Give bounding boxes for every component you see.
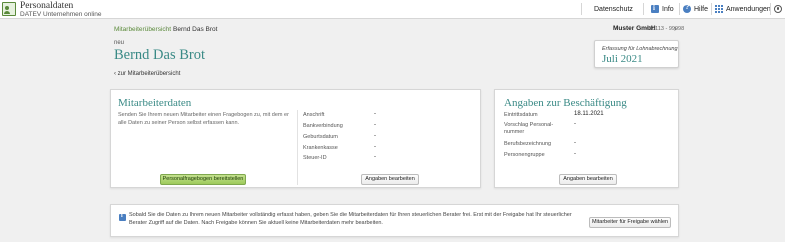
field-label-krankenkasse: Krankenkasse (303, 145, 338, 151)
user-account-icon[interactable] (774, 5, 782, 13)
app-title: Personaldaten (20, 1, 74, 11)
datenschutz-link[interactable]: Datenschutz (594, 6, 633, 13)
info-icon[interactable] (651, 4, 659, 13)
mitarbeiterdaten-edit-button[interactable]: Angaben bearbeiten (361, 174, 419, 185)
back-to-overview-link[interactable]: ‹ zur Mitarbeiterübersicht (114, 71, 180, 77)
payroll-period-label: Erfassung für Lohnabrechnung (602, 46, 678, 52)
breadcrumb-chevron-icon: › (165, 25, 168, 32)
info-link[interactable]: Info (662, 6, 674, 13)
chevron-right-icon[interactable]: › (674, 24, 677, 33)
field-label-bankverbindung: Bankverbindung (303, 123, 343, 129)
field-label-berufsbezeichnung: Berufsbezeichnung (504, 141, 552, 147)
field-value-steuer-id: - (374, 154, 376, 160)
apps-grid-icon[interactable] (715, 5, 723, 13)
nav-divider (711, 3, 712, 15)
nav-divider (643, 3, 644, 15)
field-value-geburtsdatum: - (374, 133, 376, 139)
mitarbeiterdaten-description: Senden Sie Ihrem neuen Mitarbeiter einen… (118, 112, 289, 126)
breadcrumb-current: Bernd Das Brot (173, 26, 218, 33)
field-value-personengruppe: - (574, 151, 576, 157)
mitarbeiterdaten-card: Mitarbeiterdaten Senden Sie Ihrem neuen … (110, 89, 481, 188)
field-value-krankenkasse: - (374, 144, 376, 150)
field-label-personengruppe: Personengruppe (504, 152, 545, 158)
freigabe-notice-text: Sobald Sie die Daten zu Ihrem neuen Mita… (129, 212, 572, 226)
freigabe-select-button[interactable]: Mitarbeiter für Freigabe wählen (589, 217, 671, 228)
app-subtitle: DATEV Unternehmen online (20, 11, 102, 18)
field-label-geburtsdatum: Geburtsdatum (303, 134, 338, 140)
field-label-personalnummer: Vorschlag Personal-nummer (504, 122, 554, 135)
personaldaten-logo-icon (2, 2, 16, 16)
company-number[interactable]: 458113 - 99998 (646, 26, 684, 32)
beschaeftigung-title: Angaben zur Beschäftigung (504, 97, 627, 109)
payroll-period-value: Juli 2021 (602, 53, 643, 65)
card-divider (297, 110, 298, 185)
field-value-bankverbindung: - (374, 122, 376, 128)
freigabe-notice-card: Sobald Sie die Daten zu Ihrem neuen Mita… (110, 204, 679, 237)
mitarbeiterdaten-title: Mitarbeiterdaten (118, 97, 192, 109)
top-bar: Personaldaten DATEV Unternehmen online D… (0, 0, 785, 19)
field-value-eintrittsdatum: 18.11.2021 (574, 111, 604, 117)
field-value-berufsbezeichnung: - (574, 140, 576, 146)
personalfragebogen-button[interactable]: Personalfragebogen bereitstellen (160, 174, 246, 185)
field-label-eintrittsdatum: Eintrittsdatum (504, 112, 538, 118)
employee-name: Bernd Das Brot (114, 47, 206, 63)
employee-status: neu (114, 40, 125, 46)
field-value-anschrift: - (374, 111, 376, 117)
anwendungen-link[interactable]: Anwendungen (726, 6, 771, 13)
field-value-personalnummer: - (574, 121, 576, 127)
nav-divider (770, 3, 771, 15)
breadcrumb-mitarbeiteruebersicht[interactable]: Mitarbeiterübersicht (114, 26, 171, 33)
nav-divider (581, 3, 582, 15)
field-label-steuer-id: Steuer-ID (303, 155, 327, 161)
beschaeftigung-card: Angaben zur Beschäftigung Eintrittsdatum… (494, 89, 679, 188)
help-icon[interactable] (683, 4, 691, 13)
payroll-period-box: Erfassung für Lohnabrechnung Juli 2021 (594, 40, 679, 68)
nav-divider (679, 3, 680, 15)
hilfe-link[interactable]: Hilfe (694, 6, 708, 13)
beschaeftigung-edit-button[interactable]: Angaben bearbeiten (559, 174, 617, 185)
info-icon (119, 213, 126, 221)
field-label-anschrift: Anschrift (303, 112, 325, 118)
back-link-label: zur Mitarbeiterübersicht (117, 71, 181, 77)
